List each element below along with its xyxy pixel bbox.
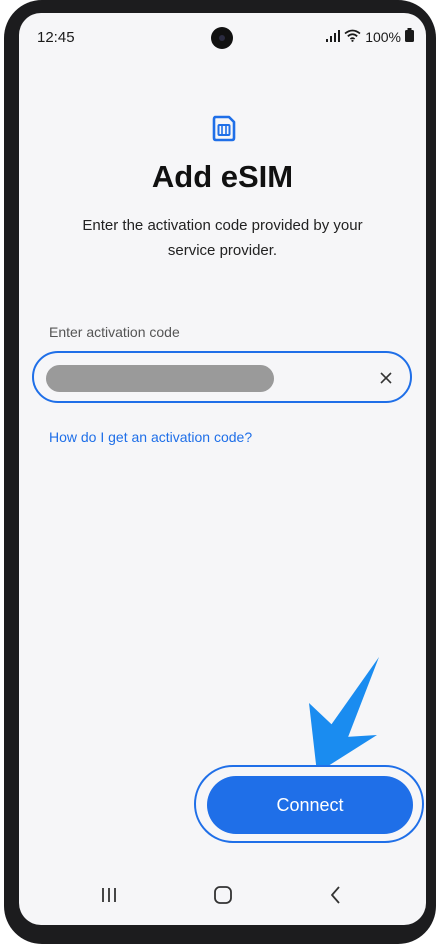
power-button xyxy=(430,318,436,390)
page-subtitle: Enter the activation code provided by yo… xyxy=(82,217,363,259)
front-camera xyxy=(211,27,233,49)
page-title: Add eSIM xyxy=(151,159,294,194)
battery-icon xyxy=(405,28,414,45)
status-time: 12:45 xyxy=(37,29,75,46)
pointer-arrow-icon xyxy=(305,655,385,780)
wifi-icon xyxy=(344,29,361,45)
clear-button[interactable] xyxy=(372,364,400,392)
recents-icon[interactable] xyxy=(94,881,124,909)
phone-frame: 12:45 100% Add eSIM Enter the activation… xyxy=(4,0,436,944)
back-icon[interactable] xyxy=(321,881,351,909)
volume-button xyxy=(430,158,436,268)
activation-code-value-masked xyxy=(46,365,274,392)
activation-code-input[interactable] xyxy=(32,351,412,403)
signal-icon xyxy=(326,29,341,45)
screen: 12:45 100% Add eSIM Enter the activation… xyxy=(19,13,426,925)
status-icons: 100% xyxy=(326,28,414,45)
navigation-bar xyxy=(19,865,426,925)
sim-card-icon xyxy=(209,113,239,148)
connect-button[interactable]: Connect xyxy=(207,776,413,834)
connect-highlight: Connect xyxy=(194,765,424,843)
activation-code-label: Enter activation code xyxy=(49,324,180,340)
status-bar: 12:45 100% xyxy=(19,13,426,63)
help-link[interactable]: How do I get an activation code? xyxy=(49,429,252,445)
battery-percent: 100% xyxy=(365,28,401,45)
close-icon xyxy=(380,372,392,384)
home-icon[interactable] xyxy=(208,881,238,909)
